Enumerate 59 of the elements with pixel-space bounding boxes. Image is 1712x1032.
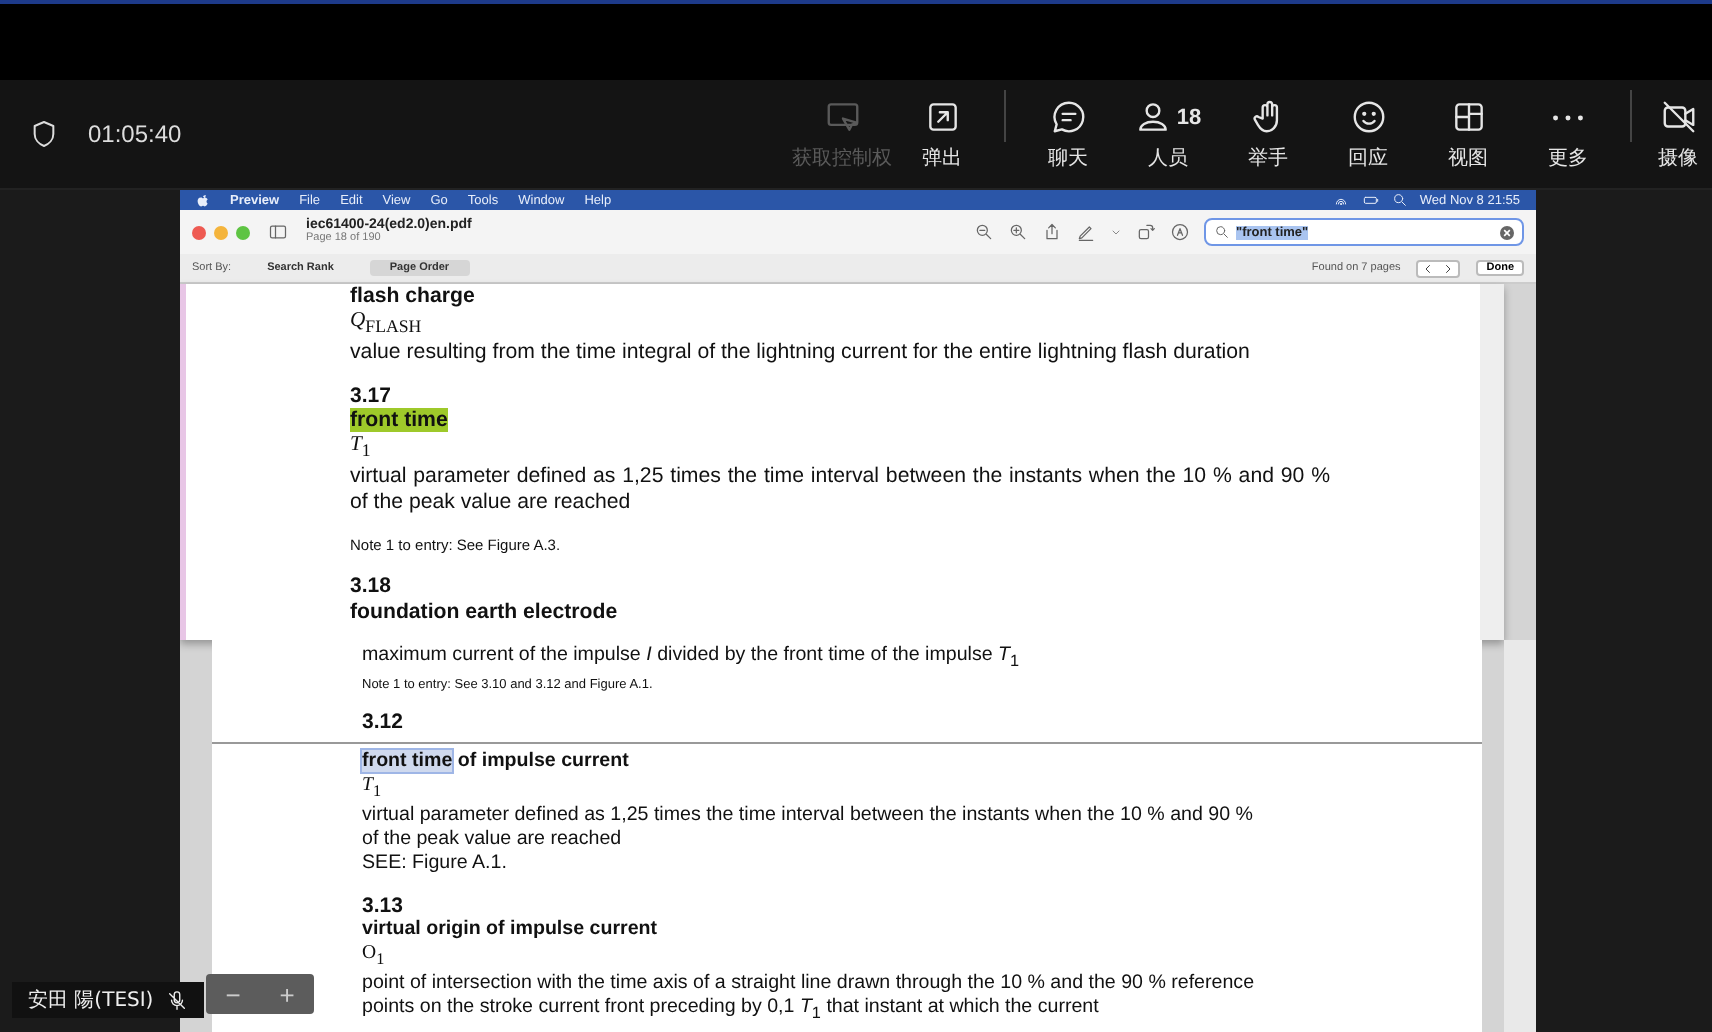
definition-text: point of intersection with the time axis of a straight line drawn through the 10 % and the 90 % reference points on the stroke current front preceding by 0,1 T$_{1}$ that instant at which the current <box>362 972 1257 1027</box>
chevron-left-icon <box>1422 261 1435 275</box>
zoom-button[interactable]: − <box>206 974 260 1014</box>
clear-icon[interactable] <box>1500 225 1514 239</box>
meeting-timer: 01:05:40 <box>88 120 182 148</box>
meeting-control[interactable]: 更多 <box>1518 89 1618 179</box>
meeting-control[interactable]: 回应 <box>1318 89 1418 179</box>
zoom-out-icon <box>974 222 994 242</box>
grid-layout-icon <box>1449 98 1487 136</box>
meeting-control[interactable]: 举手 <box>1218 89 1318 179</box>
window-minimize-button[interactable] <box>214 225 228 239</box>
meeting-control[interactable]: 18 人员 <box>1118 89 1218 179</box>
rotate-icon <box>1136 222 1156 242</box>
mic-off-icon <box>165 989 188 1011</box>
smiley-icon <box>1349 98 1387 136</box>
symbol-text: Q$_{FLASH}$ <box>350 309 424 340</box>
section-number: 3.12 <box>362 710 405 736</box>
search-icon <box>1391 192 1408 208</box>
sidebar-icon <box>264 222 292 242</box>
camera-button[interactable]: 摄像 <box>1644 89 1712 179</box>
term-heading: foundation earth electrode <box>350 600 620 626</box>
shield-icon <box>28 118 60 150</box>
share-icon <box>1042 222 1062 242</box>
zoom-in-icon <box>1008 222 1028 242</box>
search-icon <box>1214 224 1230 240</box>
popout-icon <box>923 98 961 136</box>
more-icon <box>1552 113 1584 121</box>
meeting-control[interactable]: 聊天 <box>1018 89 1118 179</box>
meeting-control[interactable]: 视图 <box>1418 89 1518 179</box>
term-heading: front time of impulse current <box>362 749 631 774</box>
symbol-text: T$_{1}$ <box>362 773 384 804</box>
definition-text: value resulting from the time integral of the lightning current for the entire lightning flash duration <box>350 339 1252 365</box>
definition-text: virtual parameter defined as 1,25 times the time interval between the instants when the 10 % and 90 % of the peak value are reached <box>350 464 1330 516</box>
section-number: 3.13 <box>362 893 405 918</box>
term-heading: front time <box>350 408 450 435</box>
definition-text: SEE: Figure A.1. <box>362 852 509 878</box>
battery-icon <box>1361 192 1380 208</box>
section-number: 3.17 <box>350 383 393 409</box>
participant-name: 安田 陽(TESI) <box>28 987 154 1014</box>
symbol-text: T$_{1}$ <box>350 434 373 464</box>
window-close-button[interactable] <box>192 225 206 239</box>
section-number: 3.18 <box>350 574 393 601</box>
camera-off-icon <box>1659 98 1697 136</box>
annotate-icon <box>1170 222 1190 242</box>
meeting-control[interactable]: 弹出 <box>892 89 992 179</box>
person-icon <box>1134 98 1173 136</box>
scrollbar[interactable] <box>1504 640 1536 1032</box>
definition-text: maximum current of the impulse I divided by the front time of the impulse T$_{1}$ <box>362 644 1022 674</box>
term-heading: virtual origin of impulse current <box>362 917 660 942</box>
chat-bubble-icon <box>1049 98 1087 136</box>
window-zoom-button[interactable] <box>236 225 250 239</box>
term-heading: flash charge <box>350 284 477 310</box>
definition-text: virtual parameter defined as 1,25 times the time interval between the instants when the 10 % and 90 % of the peak value are reached <box>362 803 1255 853</box>
symbol-text: O$_{1}$ <box>362 941 387 972</box>
chevron-right-icon <box>1442 261 1455 275</box>
pen-icon <box>1076 222 1096 242</box>
screen-cursor-icon <box>823 98 861 136</box>
apple-icon <box>196 192 210 208</box>
zoom-button[interactable]: + <box>260 974 314 1014</box>
